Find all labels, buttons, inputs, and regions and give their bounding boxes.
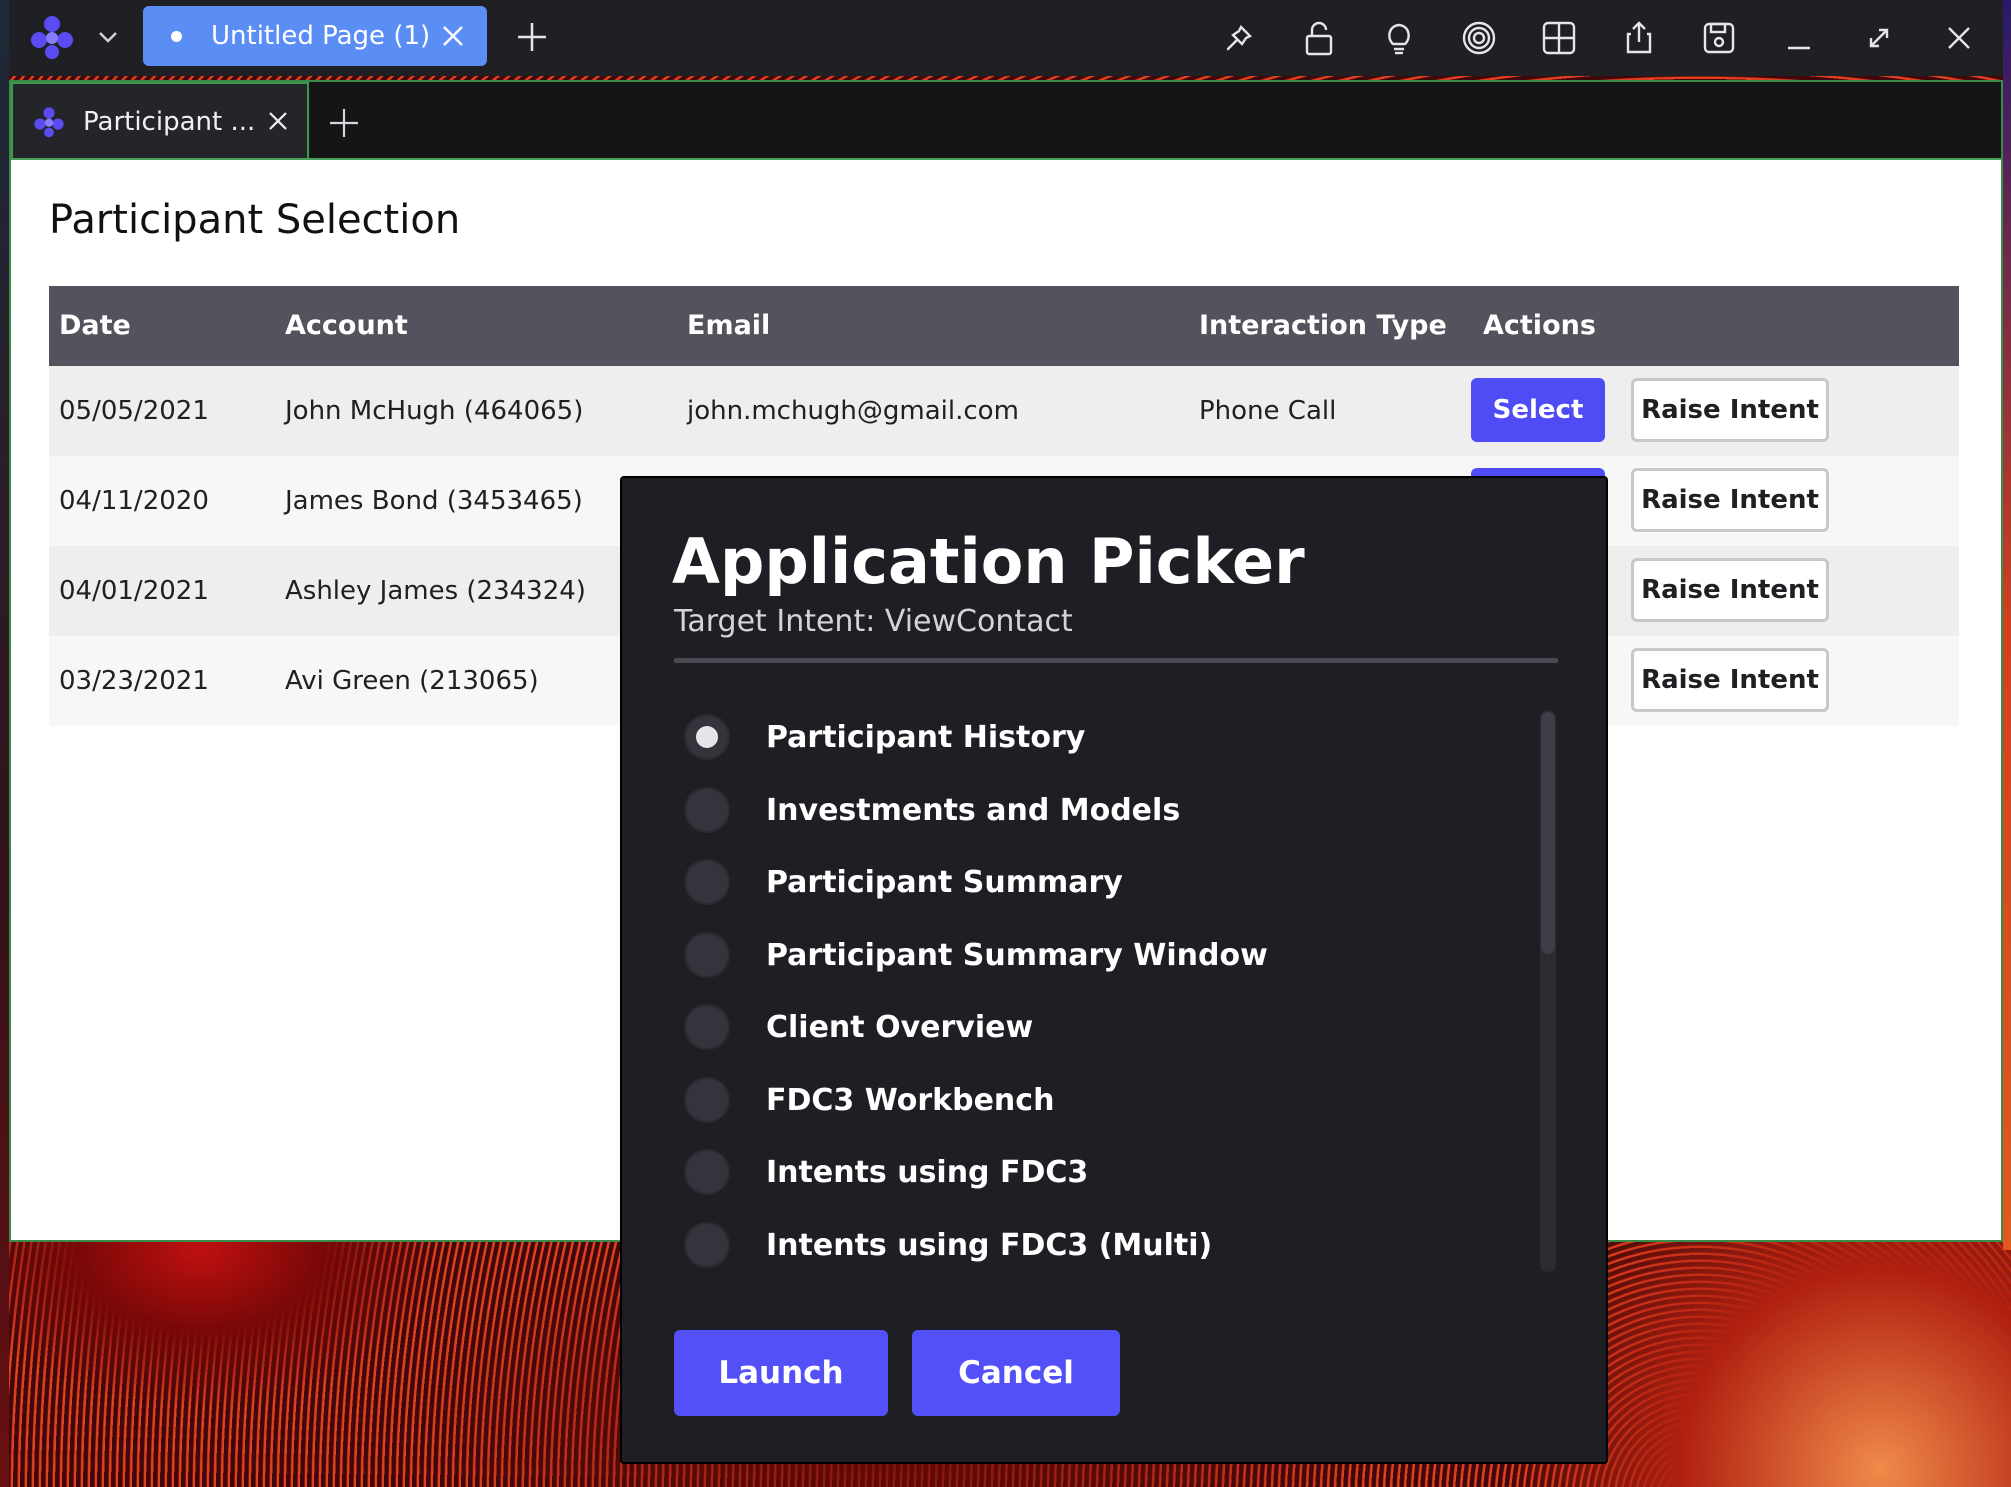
radio-button[interactable] [684,1077,730,1123]
grid-icon[interactable] [1539,18,1579,58]
dialog-title: Application Picker [672,525,1305,598]
application-picker-dialog: Application Picker Target Intent: ViewCo… [620,476,1608,1464]
add-page-icon[interactable] [515,20,549,54]
close-tab-icon[interactable] [437,20,469,52]
raise-intent-button[interactable]: Raise Intent [1631,378,1829,442]
radio-button[interactable] [684,1149,730,1195]
app-option-label[interactable]: Participant History [766,718,1085,758]
header-date: Date [59,310,131,341]
page-title: Participant Selection [49,197,461,243]
cell-account: Avi Green (213065) [285,666,539,696]
app-logo-icon [34,107,64,138]
cell-account: James Bond (3453465) [285,486,583,516]
page-tab-label: Untitled Page (1) [211,21,431,51]
lock-icon[interactable] [1299,18,1339,58]
radio-button[interactable] [684,714,730,760]
cancel-button[interactable]: Cancel [912,1330,1120,1416]
header-actions: Actions [1483,310,1596,341]
cell-date: 04/01/2021 [59,576,209,606]
app-option[interactable]: Intents using FDC3 [674,1143,1534,1203]
dialog-divider [674,658,1558,663]
window-tab-label: Participant ... [83,107,256,137]
app-option[interactable]: Client Overview [674,998,1534,1058]
cell-account: John McHugh (464065) [285,396,584,426]
top-bar: Untitled Page (1) [9,0,2003,76]
page-tab[interactable]: Untitled Page (1) [143,6,487,66]
app-logo-icon[interactable] [29,14,75,60]
raise-intent-button[interactable]: Raise Intent [1631,648,1829,712]
app-option-label[interactable]: Investments and Models [766,791,1180,831]
cell-account: Ashley James (234324) [285,576,586,606]
radio-button[interactable] [684,1004,730,1050]
app-option[interactable]: Investments and Models [674,781,1534,841]
app-option-label[interactable]: FDC3 Workbench [766,1081,1054,1121]
save-icon[interactable] [1699,18,1739,58]
app-option[interactable]: Participant Summary Window [674,926,1534,986]
launch-button[interactable]: Launch [674,1330,888,1416]
radio-button[interactable] [684,1222,730,1268]
maximize-icon[interactable] [1859,18,1899,58]
app-option[interactable]: FDC3 Workbench [674,1071,1534,1131]
table-header: Date Account Email Interaction Type Acti… [49,286,1959,366]
radio-button[interactable] [684,787,730,833]
header-email: Email [687,310,771,341]
header-account: Account [285,310,408,341]
cell-email: john.mchugh@gmail.com [687,396,1019,426]
dialog-subtitle: Target Intent: ViewContact [674,604,1073,639]
share-icon[interactable] [1619,18,1659,58]
radio-button[interactable] [684,932,730,978]
app-option-label[interactable]: Participant Summary [766,863,1123,903]
app-option-list: Participant History Investments and Mode… [674,708,1534,1268]
lightbulb-icon[interactable] [1379,18,1419,58]
pin-icon[interactable] [1219,18,1259,58]
chevron-down-icon[interactable] [95,24,121,50]
page-tab-dot [171,31,182,42]
app-option-label[interactable]: Intents using FDC3 [766,1153,1088,1193]
app-option[interactable]: Participant Summary [674,853,1534,913]
add-tab-icon[interactable] [327,106,361,140]
app-option[interactable]: Participant History [674,708,1534,768]
window-tab[interactable]: Participant ... [11,82,309,158]
close-tab-icon[interactable] [265,108,291,134]
cell-interaction: Phone Call [1199,396,1337,426]
target-icon[interactable] [1459,18,1499,58]
raise-intent-button[interactable]: Raise Intent [1631,558,1829,622]
cell-date: 04/11/2020 [59,486,209,516]
app-option-label[interactable]: Participant Summary Window [766,936,1268,976]
cell-date: 03/23/2021 [59,666,209,696]
desktop-edge-right [2003,0,2011,1250]
app-option-label[interactable]: Client Overview [766,1008,1033,1048]
option-list-scrollbar[interactable] [1540,710,1556,1272]
minimize-icon[interactable] [1779,18,1819,58]
app-option-label[interactable]: Intents using FDC3 (Multi) [766,1226,1212,1266]
raise-intent-button[interactable]: Raise Intent [1631,468,1829,532]
select-button[interactable]: Select [1471,378,1605,442]
table-row: 05/05/2021 John McHugh (464065) john.mch… [49,366,1959,456]
app-option[interactable]: Intents using FDC3 (Multi) [674,1216,1534,1268]
scrollbar-thumb[interactable] [1541,712,1555,954]
header-interaction-type: Interaction Type [1199,310,1447,341]
close-icon[interactable] [1939,18,1979,58]
desktop-edge-left [0,0,9,1487]
radio-button[interactable] [684,859,730,905]
cell-date: 05/05/2021 [59,396,209,426]
